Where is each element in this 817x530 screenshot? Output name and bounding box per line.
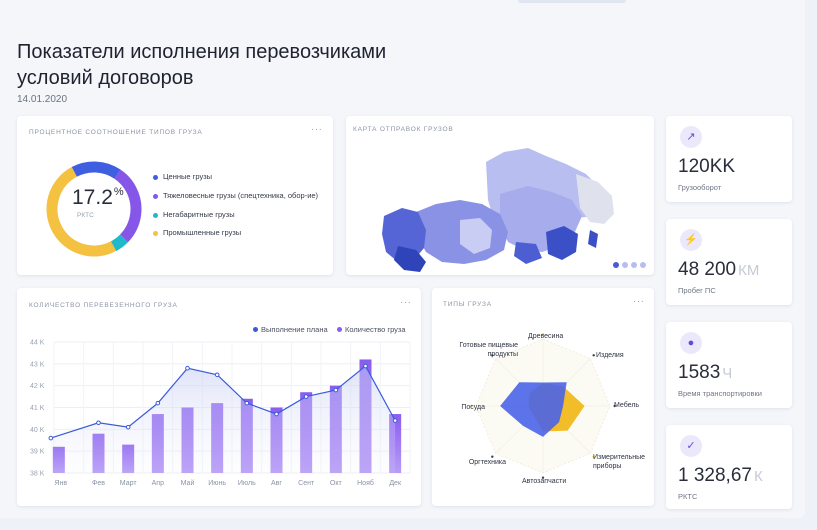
plan-point-Март[interactable]: [125, 424, 131, 430]
legend-label-1[interactable]: Ценные грузы: [163, 172, 333, 182]
cargo-share-menu-icon[interactable]: ···: [311, 124, 323, 135]
russia-map[interactable]: [376, 134, 616, 274]
x-tick-label: Нояб: [357, 479, 374, 487]
y-tick-label: 44 K: [30, 340, 45, 347]
radar-axis-dot: [491, 455, 494, 458]
y-tick-label: 42 K: [30, 383, 45, 390]
kpi-card-4[interactable]: ✓ 1 328,67 К РКТС: [666, 425, 792, 509]
donut-center-label: РКТС: [77, 212, 94, 219]
map-pager-dot-4[interactable]: [640, 262, 646, 268]
plan-point-Апр[interactable]: [155, 400, 161, 406]
kpi-value: 1 328,67 К: [678, 465, 763, 486]
cargo-types-card: ТИПЫ ГРУЗА ··· Древесина Изделия Мебель Изм…: [432, 288, 654, 506]
chart-line-icon: ↗: [680, 126, 702, 148]
x-tick-label: Март: [120, 480, 138, 487]
x-tick-label: Янв: [55, 480, 68, 487]
x-tick-label: Май: [181, 479, 195, 487]
shipment-map-card: КАРТА ОТПРАВОК ГРУЗОВ: [346, 116, 654, 275]
x-tick-label: Июль: [238, 480, 256, 487]
x-tick-label: Окт: [330, 480, 343, 487]
legend-dot-4: [153, 230, 158, 236]
kpi-card-3[interactable]: ● 1583 Ч Время транспортировки: [666, 322, 792, 408]
kpi-value: 48 200 КМ: [678, 259, 760, 280]
cargo-volume-card: КОЛИЧЕСТВО ПЕРЕВЕЗЕННОГО ГРУЗА ··· Выпол…: [17, 288, 421, 506]
location-pin-icon: ●: [680, 332, 702, 354]
plan-point-Дек[interactable]: [392, 418, 398, 423]
plan-point-Май[interactable]: [185, 365, 190, 371]
y-tick-label: 38 K: [30, 471, 45, 478]
x-tick-label: Авг: [271, 480, 282, 487]
kpi-card-1[interactable]: ↗ 120KK Грузооборот: [666, 116, 792, 202]
y-tick-label: 41 K: [30, 405, 45, 412]
plan-point-Фев[interactable]: [96, 420, 101, 426]
radar-label-1: Древесина: [528, 333, 564, 340]
kpi-label: Пробег ПС: [678, 286, 716, 295]
cargo-share-card: ПРОЦЕНТНОЕ СООТНОШЕНИЕ ТИПОВ ГРУЗА ··· 1…: [17, 116, 333, 275]
plan-point-Авг[interactable]: [274, 411, 279, 417]
radar-axis-dot: [592, 354, 595, 357]
legend-label-2[interactable]: Тяжеловесные грузы (спецтехника, обор-ие…: [163, 191, 333, 201]
kpi-unit: Ч: [722, 365, 733, 382]
legend-label-4[interactable]: Промышленные грузы: [163, 228, 243, 238]
plan-point-Нояб[interactable]: [363, 363, 368, 369]
radar-label-2: Изделия: [596, 352, 624, 359]
kpi-label: РКТС: [678, 492, 698, 501]
donut-center-value: 17.2%: [72, 186, 124, 209]
page-date: 14.01.2020: [17, 94, 68, 105]
legend-label-3[interactable]: Негабаритные грузы: [163, 210, 333, 220]
legend-dot-3: [153, 212, 158, 218]
cargo-share-title: ПРОЦЕНТНОЕ СООТНОШЕНИЕ ТИПОВ ГРУЗА: [29, 129, 203, 136]
x-tick-label: Апр: [152, 480, 164, 487]
map-region-island: [588, 230, 598, 248]
kpi-label: Время транспортировки: [678, 389, 762, 398]
radar-label-6: Оргтехника: [468, 459, 506, 466]
top-scroll-indicator: [518, 0, 626, 3]
cargo-types-radar-chart: [470, 333, 616, 479]
map-pager-dot-2[interactable]: [622, 262, 628, 268]
kpi-unit: К: [753, 468, 763, 485]
map-pager-dot-3[interactable]: [631, 262, 637, 268]
kpi-value: 120KK: [678, 156, 736, 177]
kpi-value: 1583 Ч: [678, 362, 733, 383]
y-tick-label: 39 K: [30, 449, 45, 456]
lightning-icon: ⚡: [680, 229, 702, 251]
radar-label-3: Мебель: [614, 402, 640, 409]
y-tick-label: 40 K: [30, 427, 45, 434]
plan-point-Июль[interactable]: [244, 400, 250, 406]
x-tick-label: Фев: [92, 480, 105, 487]
legend-dot-2: [153, 193, 158, 199]
cargo-volume-chart: 38 K 39 K 40 K 41 K 42 K 43 K 44 K Янв Фев Март Ап…: [30, 340, 411, 487]
kpi-label: Грузооборот: [678, 183, 722, 192]
radar-label-5: Автозапчасти: [522, 478, 567, 485]
map-pager-dot-1[interactable]: [613, 262, 619, 268]
y-tick-label: 43 K: [30, 361, 45, 368]
x-tick-label: Сент: [298, 480, 315, 487]
plan-area: [50, 366, 396, 473]
x-tick-label: Дек: [389, 480, 402, 487]
shipment-map-title: КАРТА ОТПРАВОК ГРУЗОВ: [353, 126, 454, 133]
plan-point-Окт[interactable]: [333, 387, 339, 393]
x-tick-label: Июнь: [208, 480, 226, 487]
kpi-unit: КМ: [738, 262, 760, 279]
plan-point-Июнь[interactable]: [214, 372, 220, 378]
radar-label-4: Измерительные приборы: [593, 454, 646, 470]
radar-label-7: Посуда: [461, 404, 485, 411]
plan-point-Янв[interactable]: [48, 435, 54, 441]
radar-label-8: Готовые пищевые продукты: [459, 342, 518, 358]
plan-point-Сент[interactable]: [303, 394, 309, 399]
page-title: Показатели исполнения перевозчиками усло…: [17, 41, 387, 89]
legend-dot-1: [153, 174, 158, 180]
checkmark-icon: ✓: [680, 435, 702, 457]
kpi-card-2[interactable]: ⚡ 48 200 КМ Пробег ПС: [666, 219, 792, 305]
